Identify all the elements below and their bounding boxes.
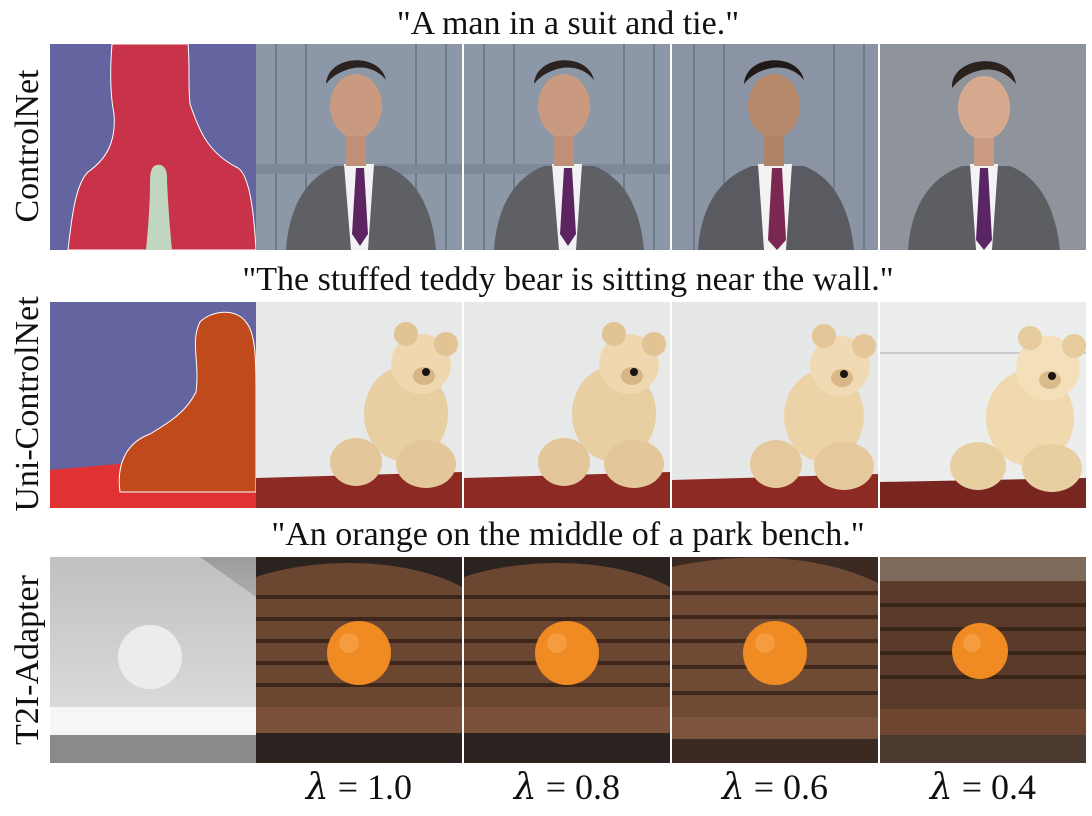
lambda-symbol: λ	[929, 767, 953, 808]
lambda-symbol: λ	[513, 767, 537, 808]
lambda-value: = 0.4	[961, 767, 1037, 807]
generated-image-man-2	[464, 44, 670, 250]
depth-map-bench	[50, 557, 256, 763]
lambda-label-4: λ = 0.4	[880, 762, 1086, 813]
generated-image-man-3	[672, 44, 878, 250]
lambda-label-3: λ = 0.6	[672, 762, 878, 813]
generated-image-bench-3	[672, 557, 878, 763]
generated-image-man-1	[256, 44, 462, 250]
lambda-label-2: λ = 0.8	[464, 762, 670, 813]
method-label-controlnet: ControlNet	[9, 69, 46, 223]
generated-image-bench-4	[880, 557, 1086, 763]
lambda-value: = 0.6	[753, 767, 829, 807]
lambda-symbol: λ	[721, 767, 745, 808]
lambda-value: = 1.0	[337, 767, 413, 807]
method-label-uni-controlnet: Uni-ControlNet	[9, 296, 46, 512]
generated-image-teddy-4	[880, 302, 1086, 508]
generated-image-bench-2	[464, 557, 670, 763]
method-label-t2i-adapter: T2I-Adapter	[9, 575, 46, 745]
generated-image-teddy-1	[256, 302, 462, 508]
generated-image-man-4	[880, 44, 1086, 250]
lambda-symbol: λ	[305, 767, 329, 808]
lambda-value: = 0.8	[545, 767, 621, 807]
generated-image-teddy-2	[464, 302, 670, 508]
prompt-caption-1: "A man in a suit and tie."	[396, 5, 740, 42]
prompt-caption-2: "The stuffed teddy bear is sitting near …	[242, 261, 894, 298]
generated-image-teddy-3	[672, 302, 878, 508]
prompt-caption-3: "An orange on the middle of a park bench…	[271, 516, 865, 553]
segmentation-map-man	[50, 44, 256, 250]
segmentation-map-teddy	[50, 302, 256, 508]
lambda-label-1: λ = 1.0	[256, 762, 462, 813]
generated-image-bench-1	[256, 557, 462, 763]
